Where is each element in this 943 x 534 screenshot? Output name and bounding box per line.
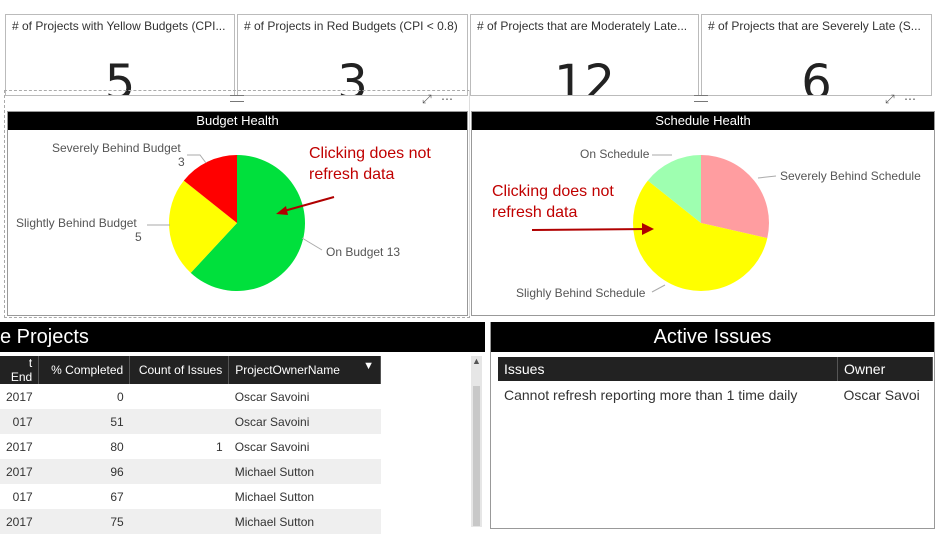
column-header[interactable]: % Completed — [38, 356, 131, 384]
table-cell: Oscar Savoi — [843, 387, 920, 403]
table-cell: Michael Sutton — [234, 514, 315, 529]
table-row[interactable]: 2017 96 Michael Sutton — [0, 459, 381, 484]
table-cell — [130, 509, 229, 534]
table-row[interactable]: Cannot refresh reporting more than 1 tim… — [498, 381, 933, 409]
table-cell: 2017 — [6, 464, 33, 479]
table-cell — [130, 384, 229, 409]
schedule-slice-label: Slighly Behind Schedule — [516, 286, 646, 300]
active-issues-panel — [490, 322, 935, 529]
table-cell: 017 — [12, 489, 33, 504]
annotation-text: Clicking does not refresh data — [492, 183, 614, 221]
table-cell: 75 — [110, 514, 124, 529]
table-row[interactable]: 017 51 Oscar Savoini — [0, 409, 381, 434]
table-cell — [130, 459, 229, 484]
table-cell: 2017 — [6, 389, 33, 404]
table-cell: 51 — [110, 414, 124, 429]
column-header[interactable]: Owner — [837, 357, 933, 381]
table-cell: 0 — [117, 389, 124, 404]
projects-panel-title: e Projects — [0, 326, 89, 348]
table-cell: 67 — [110, 489, 124, 504]
column-header[interactable]: ProjectOwnerName ▼ — [228, 356, 381, 384]
table-row[interactable]: 2017 0 Oscar Savoini — [0, 384, 381, 409]
table-cell: Cannot refresh reporting more than 1 tim… — [504, 387, 798, 403]
projects-table: t End % Completed Count of Issues Projec… — [0, 356, 381, 534]
schedule-slice-label: Severely Behind Schedule — [780, 169, 921, 183]
table-cell: Oscar Savoini — [234, 389, 310, 404]
table-cell: 1 — [216, 439, 223, 454]
annotation-arrow-icon — [531, 223, 654, 235]
table-cell: Oscar Savoini — [234, 439, 310, 454]
table-cell: Oscar Savoini — [234, 414, 310, 429]
table-cell: 2017 — [6, 514, 33, 529]
table-cell: Michael Sutton — [234, 489, 315, 504]
table-cell: 80 — [110, 439, 124, 454]
issues-table: Issues Owner Cannot refresh reporting mo… — [498, 357, 933, 409]
table-row[interactable]: 017 67 Michael Sutton — [0, 484, 381, 509]
table-cell: 2017 — [6, 439, 33, 454]
scrollbar-thumb[interactable] — [473, 386, 480, 526]
table-row[interactable]: 2017 80 1 Oscar Savoini — [0, 434, 381, 459]
projects-panel-header: e Projects — [0, 322, 485, 352]
vertical-scrollbar[interactable]: ▲ — [471, 356, 482, 527]
table-cell: Michael Sutton — [234, 464, 315, 479]
table-cell — [130, 409, 229, 434]
column-header[interactable]: Issues — [498, 357, 838, 381]
active-issues-title: Active Issues — [491, 322, 934, 352]
table-cell — [130, 484, 229, 509]
table-row[interactable]: 2017 75 Michael Sutton — [0, 509, 381, 534]
column-header[interactable]: t End — [0, 356, 40, 384]
schedule-slice-label: On Schedule — [580, 147, 650, 161]
column-header[interactable]: Count of Issues — [129, 356, 230, 384]
scroll-up-icon[interactable]: ▲ — [471, 356, 482, 366]
table-cell: 96 — [110, 464, 124, 479]
sort-desc-icon[interactable]: ▼ — [363, 360, 374, 372]
table-cell: 017 — [12, 414, 33, 429]
